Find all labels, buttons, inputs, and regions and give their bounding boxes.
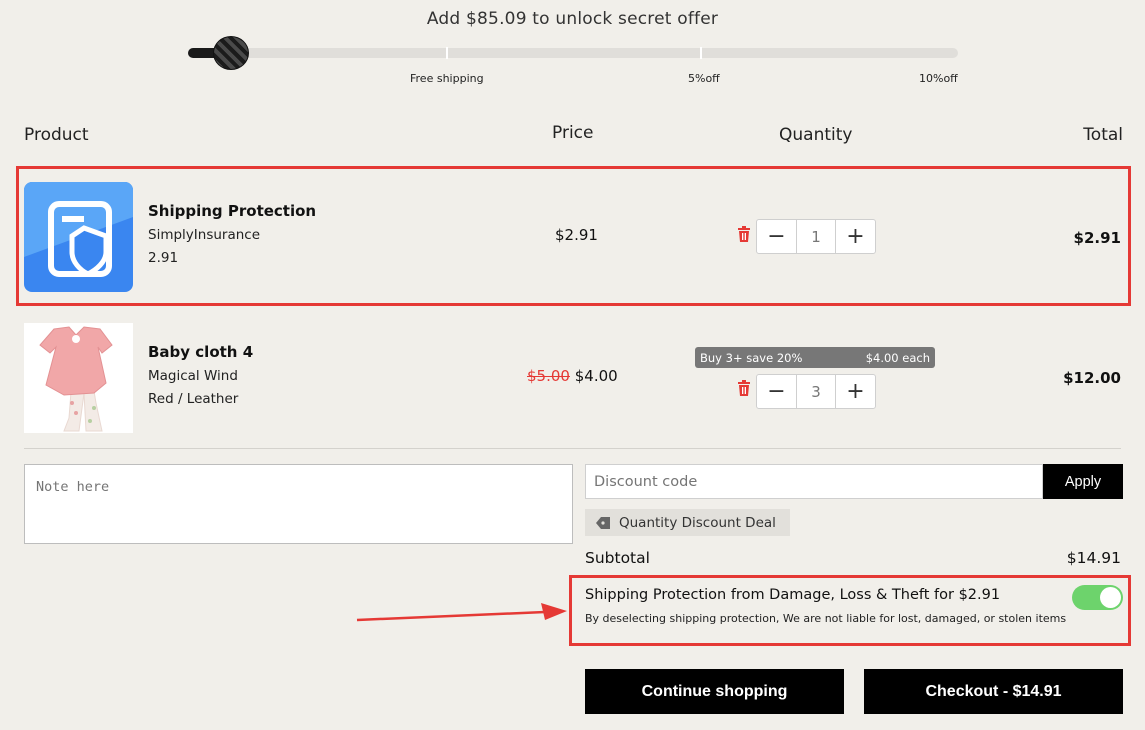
checkout-button[interactable]: Checkout - $14.91 [864, 669, 1123, 714]
deal-badge-offer: Buy 3+ save 20% [700, 350, 803, 365]
shipping-protection-image[interactable] [24, 182, 133, 292]
divider [24, 448, 1121, 449]
item-price-block: $5.00 $4.00 [527, 367, 618, 385]
offer-message: Add $85.09 to unlock secret offer [426, 9, 719, 29]
item-vendor: SimplyInsurance [148, 227, 261, 243]
shipping-protection-toggle[interactable] [1072, 585, 1123, 610]
subtotal-label: Subtotal [585, 549, 650, 567]
deal-badge-each: $4.00 each [865, 350, 930, 365]
continue-shopping-button[interactable]: Continue shopping [585, 669, 844, 714]
subtotal-value: $14.91 [1066, 549, 1121, 567]
quantity-stepper: − 1 + [756, 219, 876, 254]
header-total: Total [1083, 125, 1123, 145]
item-variant: 2.91 [148, 250, 179, 266]
item-title[interactable]: Shipping Protection [148, 202, 316, 220]
shipping-protection-note: By deselecting shipping protection, We a… [585, 612, 1067, 625]
increase-quantity-button[interactable]: + [836, 220, 875, 253]
item-vendor: Magical Wind [148, 368, 238, 384]
item-price: $4.00 [574, 367, 618, 385]
item-total: $2.91 [1073, 229, 1121, 247]
decrease-quantity-button[interactable]: − [757, 375, 796, 408]
trash-icon[interactable] [737, 380, 751, 396]
header-quantity: Quantity [779, 125, 853, 145]
shipping-protection-title: Shipping Protection from Damage, Loss & … [585, 587, 1001, 603]
quantity-value[interactable]: 1 [796, 220, 836, 253]
offer-progress-track [188, 48, 958, 58]
baby-outfit-image [24, 323, 133, 433]
milestone-tick [700, 47, 702, 59]
item-compare-price: $5.00 [527, 367, 570, 385]
quantity-discount-deal-tag: Quantity Discount Deal [585, 509, 790, 536]
item-price: $2.91 [555, 226, 598, 244]
header-price: Price [552, 123, 594, 143]
header-product: Product [24, 125, 89, 145]
decrease-quantity-button[interactable]: − [757, 220, 796, 253]
milestone-5-off: 5%off [688, 72, 720, 85]
item-total: $12.00 [1063, 369, 1121, 387]
quantity-stepper: − 3 + [756, 374, 876, 409]
annotation-arrow [356, 603, 567, 622]
milestone-tick [446, 47, 448, 59]
quantity-discount-deal-label: Quantity Discount Deal [619, 514, 776, 531]
item-title[interactable]: Baby cloth 4 [148, 343, 253, 361]
order-note-input[interactable] [24, 464, 573, 544]
milestone-10-off: 10%off [919, 72, 958, 85]
progress-knob [213, 36, 249, 70]
apply-discount-button[interactable]: Apply [1043, 464, 1123, 499]
increase-quantity-button[interactable]: + [836, 375, 875, 408]
quantity-value[interactable]: 3 [796, 375, 836, 408]
highlight-box-shipping-protection-toggle [569, 575, 1131, 646]
item-variant: Red / Leather [148, 391, 239, 407]
milestone-free-shipping: Free shipping [410, 72, 484, 85]
tag-icon [596, 516, 610, 529]
baby-cloth-image[interactable] [24, 323, 133, 433]
toggle-thumb [1100, 587, 1121, 608]
trash-icon[interactable] [737, 226, 751, 242]
shield-document-icon [24, 182, 133, 292]
quantity-deal-badge: Buy 3+ save 20% $4.00 each [695, 347, 935, 368]
discount-code-input[interactable] [585, 464, 1043, 499]
